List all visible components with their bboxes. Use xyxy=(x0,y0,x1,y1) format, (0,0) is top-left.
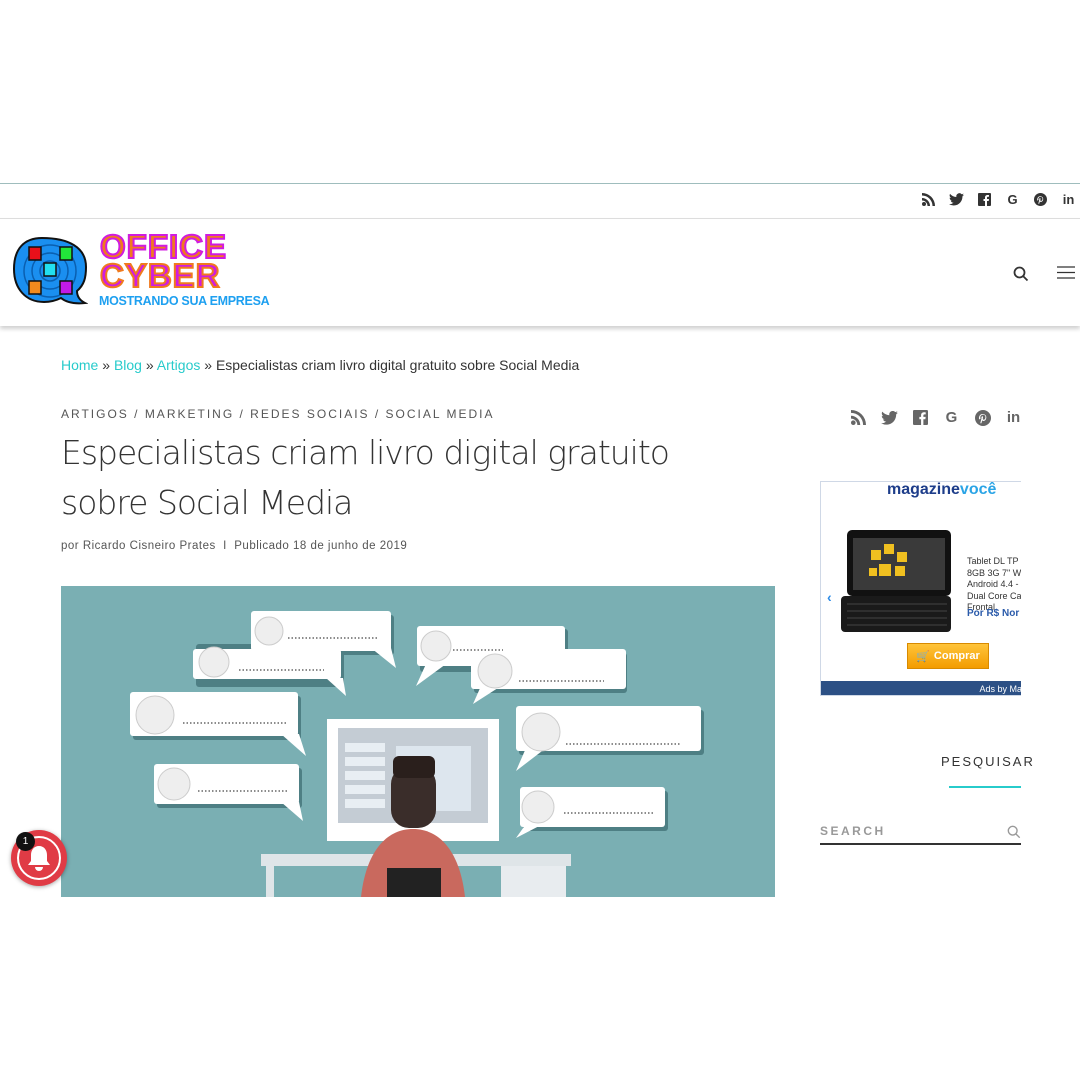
facebook-icon[interactable] xyxy=(977,192,992,207)
twitter-icon[interactable] xyxy=(949,192,964,207)
post-date: Publicado 18 de junho de 2019 xyxy=(234,540,408,552)
search-input[interactable] xyxy=(820,824,990,838)
breadcrumb-blog[interactable]: Blog xyxy=(114,357,142,373)
post-categories: ARTIGOS / MARKETING / REDES SOCIAIS / SO… xyxy=(61,407,495,421)
breadcrumb-current: Especialistas criam livro digital gratui… xyxy=(215,357,580,373)
ad-prev-arrow-icon[interactable]: ‹ xyxy=(827,589,832,605)
post-featured-image xyxy=(61,586,775,897)
google-icon[interactable]: G xyxy=(1005,192,1020,207)
breadcrumb-home[interactable]: Home xyxy=(61,357,98,373)
post-meta: por Ricardo Cisneiro Prates I Publicado … xyxy=(61,540,408,552)
sidebar-search-heading: PESQUISAR xyxy=(941,754,1035,769)
advertisement[interactable]: magazinevocê ‹ Tablet DL TP 8GB 3G 7" W An… xyxy=(820,481,1021,696)
logo-icon[interactable] xyxy=(12,235,88,307)
pinterest-icon[interactable] xyxy=(1033,192,1048,207)
search-icon[interactable] xyxy=(1007,825,1021,839)
category-link[interactable]: SOCIAL MEDIA xyxy=(386,407,495,421)
top-divider xyxy=(0,183,1080,184)
heading-underline xyxy=(949,786,1021,788)
google-icon[interactable]: G xyxy=(943,409,960,426)
post-author[interactable]: por Ricardo Cisneiro Prates xyxy=(61,540,216,552)
rss-icon[interactable] xyxy=(921,192,936,207)
pinterest-icon[interactable] xyxy=(974,409,991,426)
ad-footer[interactable]: Ads by Ma xyxy=(821,681,1021,695)
cart-icon: 🛒 xyxy=(916,650,930,663)
ad-buy-button[interactable]: 🛒 Comprar xyxy=(907,643,989,669)
category-link[interactable]: REDES SOCIAIS xyxy=(250,407,369,421)
breadcrumb-artigos[interactable]: Artigos xyxy=(157,357,201,373)
category-link[interactable]: ARTIGOS xyxy=(61,407,129,421)
sidebar-search xyxy=(820,822,1021,845)
logo-text[interactable]: CYBER xyxy=(99,258,221,293)
header-social-links: G in xyxy=(921,192,1076,207)
breadcrumb-separator: » xyxy=(145,357,154,373)
social-media-illustration xyxy=(130,611,704,897)
tablet-product-image xyxy=(841,530,951,632)
hamburger-menu-icon[interactable] xyxy=(1057,266,1075,279)
linkedin-icon[interactable]: in xyxy=(1061,192,1076,207)
notification-count-badge: 1 xyxy=(16,832,35,851)
breadcrumb-separator: » xyxy=(204,357,213,373)
sidebar-social-links: G in xyxy=(850,409,1022,426)
ad-brand-logo: magazinevocê xyxy=(887,481,997,498)
rss-icon[interactable] xyxy=(850,409,867,426)
category-link[interactable]: MARKETING xyxy=(145,407,234,421)
logo-tagline: MOSTRANDO SUA EMPRESA xyxy=(99,294,270,308)
breadcrumb-separator: » xyxy=(102,357,111,373)
post-title: Especialistas criam livro digital gratui… xyxy=(61,433,670,522)
twitter-icon[interactable] xyxy=(881,409,898,426)
search-icon[interactable] xyxy=(1013,266,1029,282)
ad-price: Por R$ Nor xyxy=(967,608,1020,619)
ad-product-description: Tablet DL TP 8GB 3G 7" W Android 4.4 - Dual… xyxy=(967,556,1021,612)
linkedin-icon[interactable]: in xyxy=(1005,409,1022,426)
breadcrumb: Home » Blog » Artigos » Especialistas cr… xyxy=(61,357,579,373)
facebook-icon[interactable] xyxy=(912,409,929,426)
